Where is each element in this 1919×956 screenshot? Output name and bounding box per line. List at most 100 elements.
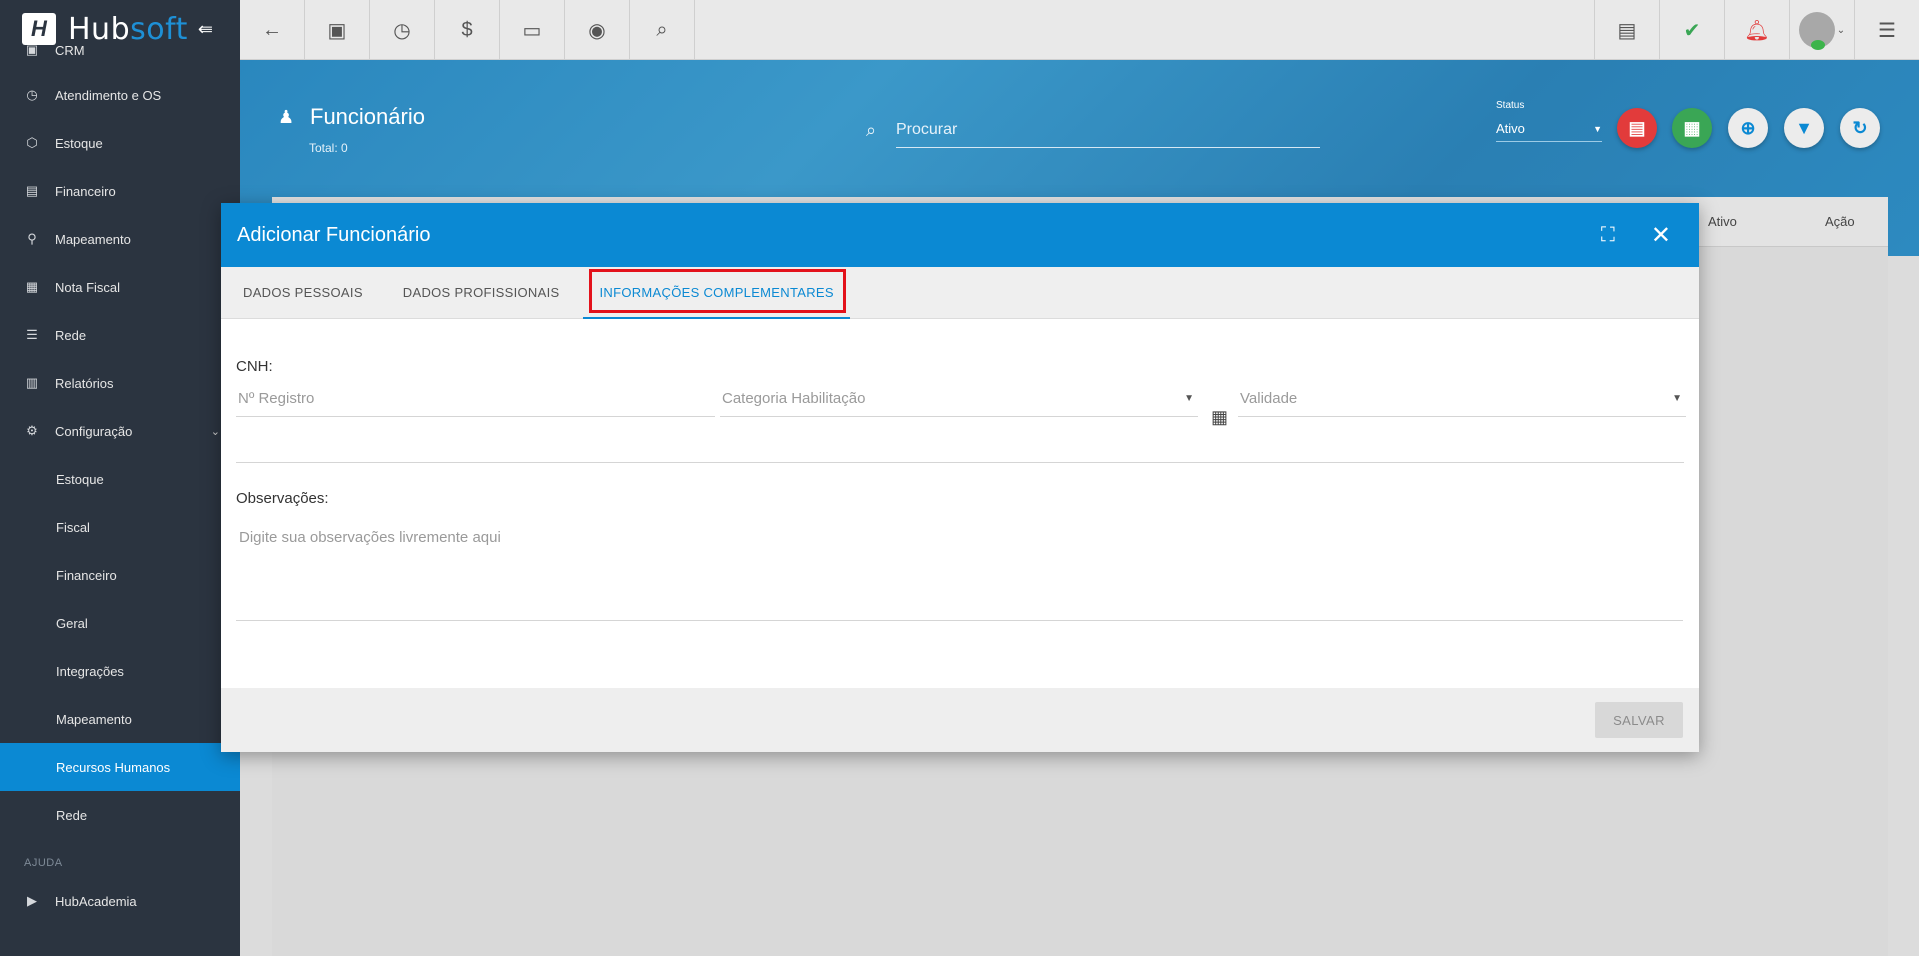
sidebar-subitem-fiscal[interactable]: Fiscal — [0, 503, 240, 551]
observacoes-textarea[interactable]: Digite sua observações livremente aqui — [236, 521, 1683, 621]
page-title: ♟ Funcionário — [278, 104, 425, 130]
sidebar-subitem-label: Fiscal — [56, 519, 90, 535]
sidebar-item-label: HubAcademia — [55, 893, 137, 909]
sidebar-item-label: Financeiro — [55, 183, 116, 199]
view-button[interactable]: ◉ — [565, 0, 630, 60]
plus-circle-icon: ⊕ — [1740, 117, 1756, 138]
sidebar-item-label: Configuração — [55, 423, 133, 439]
menu-list-button[interactable]: ☰ — [1854, 0, 1919, 60]
export-pdf-button[interactable]: ▤ — [1617, 108, 1657, 148]
server-icon: ☰ — [26, 327, 38, 342]
terminal-button[interactable]: ▭ — [500, 0, 565, 60]
calendar-icon[interactable]: ▦ — [1211, 407, 1228, 428]
sidebar-item-label: Rede — [55, 327, 87, 343]
tab-dados-profissionais[interactable]: DADOS PROFISSIONAIS — [387, 267, 576, 319]
online-status-dot — [1810, 40, 1825, 50]
sidebar-item-financeiro[interactable]: ▤ Financeiro — [0, 167, 240, 215]
search-button[interactable]: ⌕ — [630, 0, 695, 60]
sidebar-item-nota-fiscal[interactable]: ▦ Nota Fiscal — [0, 263, 240, 311]
sidebar-menu: ▣ CRM ◷ Atendimento e OS ⬡ Estoque ▤ Fin… — [0, 42, 240, 925]
sidebar-item-label: Atendimento e OS — [55, 87, 162, 103]
sidebar-subitem-financeiro[interactable]: Financeiro — [0, 551, 240, 599]
calendar-clock-icon: ◷ — [393, 19, 411, 42]
chevron-down-icon: ⌄ — [210, 425, 220, 438]
sidebar-item-estoque[interactable]: ⬡ Estoque — [0, 119, 240, 167]
filter-button[interactable]: ▼ — [1784, 108, 1824, 148]
export-excel-button[interactable]: ▦ — [1672, 108, 1712, 148]
sidebar-subitem-rede[interactable]: Rede — [0, 791, 240, 839]
report-icon: ▥ — [25, 375, 39, 390]
brand-name: Hubsoft — [68, 12, 188, 47]
sidebar-subitem-geral[interactable]: Geral — [0, 599, 240, 647]
modal-actions: ⛶ ✕ — [1601, 203, 1671, 267]
validade-date-input[interactable]: Validade ▼ — [1238, 381, 1686, 417]
modal-body: CNH: Nº Registro Categoria Habilitação ▼… — [221, 319, 1699, 691]
contacts-button[interactable]: ▣ — [305, 0, 370, 60]
sidebar-subitem-label: Integrações — [56, 663, 124, 679]
sidebar-item-atendimento[interactable]: ◷ Atendimento e OS — [0, 71, 240, 119]
cnh-label: CNH: — [236, 358, 273, 375]
messages-button[interactable]: ✔ — [1659, 0, 1724, 60]
sidebar-item-label: Nota Fiscal — [55, 279, 121, 295]
collapse-sidebar-icon[interactable]: ⇚ — [198, 19, 213, 40]
sidebar-subitem-recursos-humanos[interactable]: Recursos Humanos — [0, 743, 240, 791]
refresh-button[interactable]: ↻ — [1840, 108, 1880, 148]
youtube-icon: ▶ — [27, 893, 37, 908]
column-header-ativo[interactable]: Ativo — [1708, 214, 1737, 229]
chat-check-icon: ✔ — [1683, 19, 1701, 42]
page-total: Total: 0 — [309, 141, 348, 155]
save-button[interactable]: SALVAR — [1595, 702, 1683, 738]
pdf-button[interactable]: ▤ — [1594, 0, 1659, 60]
registro-placeholder: Nº Registro — [238, 390, 315, 407]
finance-button[interactable]: $ — [435, 0, 500, 60]
sidebar-subitem-label: Financeiro — [56, 567, 117, 583]
status-label: Status — [1496, 100, 1525, 111]
categoria-placeholder: Categoria Habilitação — [722, 390, 866, 407]
sidebar-subitem-estoque[interactable]: Estoque — [0, 455, 240, 503]
sidebar-item-label: Mapeamento — [55, 231, 131, 247]
fullscreen-icon[interactable]: ⛶ — [1601, 224, 1615, 247]
user-menu-button[interactable]: ⌄ — [1789, 0, 1854, 60]
sidebar-item-configuracao[interactable]: ⚙ Configuração ⌄ — [0, 407, 240, 455]
sidebar-item-mapeamento[interactable]: ⚲ Mapeamento — [0, 215, 240, 263]
eye-icon: ◉ — [588, 19, 606, 42]
add-button[interactable]: ⊕ — [1728, 108, 1768, 148]
cube-icon: ⬡ — [26, 135, 38, 150]
status-select[interactable]: Ativo ▼ — [1496, 116, 1602, 142]
chevron-down-icon: ⌄ — [1836, 24, 1846, 36]
modal-tabs: DADOS PESSOAIS DADOS PROFISSIONAIS INFOR… — [221, 267, 1699, 319]
caret-down-icon: ▼ — [1672, 393, 1682, 404]
worker-icon: ♟ — [278, 107, 295, 127]
close-icon[interactable]: ✕ — [1651, 221, 1671, 250]
column-header-acao: Ação — [1825, 214, 1855, 229]
gear-icon: ⚙ — [26, 423, 38, 438]
caret-down-icon: ▼ — [1184, 393, 1194, 404]
sidebar-item-crm[interactable]: ▣ CRM — [0, 42, 240, 58]
notifications-button[interactable]: 🔔︎ — [1724, 0, 1789, 60]
document-icon: ▦ — [25, 279, 39, 294]
back-button[interactable]: ← — [240, 0, 305, 60]
highlight-box — [589, 268, 846, 313]
filter-icon: ▼ — [1795, 117, 1813, 138]
search-icon: ⌕ — [866, 119, 877, 140]
sidebar-subitem-integracoes[interactable]: Integrações — [0, 647, 240, 695]
tab-informacoes-complementares[interactable]: INFORMAÇÕES COMPLEMENTARES — [583, 267, 851, 319]
categoria-habilitacao-select[interactable]: Categoria Habilitação ▼ — [720, 381, 1198, 417]
sidebar-item-hubacademia[interactable]: ▶ HubAcademia — [0, 877, 240, 925]
avatar — [1798, 12, 1835, 50]
terminal-icon: ▭ — [522, 19, 542, 42]
schedule-button[interactable]: ◷ — [370, 0, 435, 60]
sidebar-item-label: Relatórios — [55, 375, 114, 391]
sidebar-subitem-label: Estoque — [56, 471, 104, 487]
list-icon: ☰ — [1878, 19, 1896, 42]
search-input[interactable] — [896, 112, 1320, 148]
section-divider — [236, 462, 1684, 463]
tab-dados-pessoais[interactable]: DADOS PESSOAIS — [227, 267, 379, 319]
bell-icon: 🔔︎ — [1744, 19, 1770, 42]
sidebar-item-rede[interactable]: ☰ Rede — [0, 311, 240, 359]
sidebar-item-relatorios[interactable]: ▥ Relatórios — [0, 359, 240, 407]
search-bar: ⌕ — [866, 112, 1320, 148]
registro-input[interactable]: Nº Registro — [236, 381, 715, 417]
sidebar-subitem-mapeamento[interactable]: Mapeamento — [0, 695, 240, 743]
